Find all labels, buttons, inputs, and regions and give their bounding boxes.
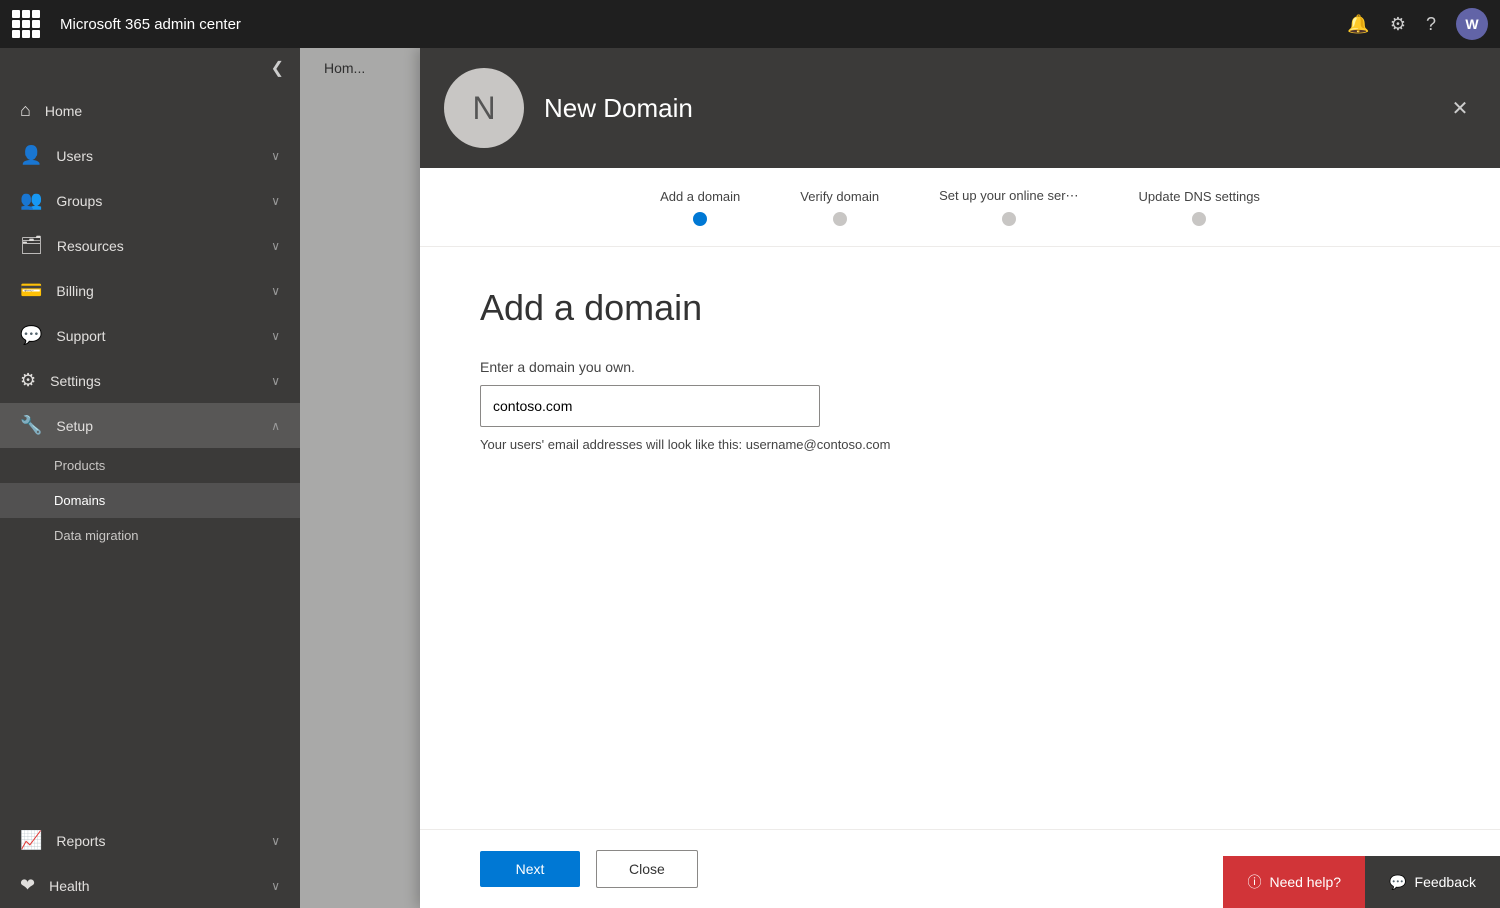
- domain-hint: Your users' email addresses will look li…: [480, 437, 1440, 452]
- user-avatar[interactable]: W: [1456, 8, 1488, 40]
- modal-avatar: N: [444, 68, 524, 148]
- feedback-label: Feedback: [1415, 874, 1476, 890]
- bottom-bar: ⓘ Need help? 💬 Feedback: [1223, 856, 1500, 908]
- app-launcher-icon[interactable]: [12, 10, 40, 38]
- sidebar-sub-item-products[interactable]: Products: [0, 448, 300, 483]
- step-verify-domain: Verify domain: [800, 189, 879, 226]
- sidebar-item-setup[interactable]: 🔧 Setup ∧: [0, 403, 300, 448]
- step-update-dns: Update DNS settings: [1139, 189, 1260, 226]
- main-layout: ❮ ⌂ Home 👤 Users ∨ 👥 Groups ∨ 🗂: [0, 48, 1500, 908]
- step-bar: Add a domain Verify domain Set up your o…: [420, 168, 1500, 247]
- settings-nav-icon: ⚙: [20, 370, 36, 391]
- content-area: Hom... N New Domain ✕ Add a domain Verif…: [300, 48, 1500, 908]
- step-label-verify-domain: Verify domain: [800, 189, 879, 204]
- chevron-down-icon: ∨: [271, 239, 280, 253]
- step-setup-online: Set up your online ser⋯: [939, 188, 1078, 226]
- sidebar-item-settings[interactable]: ⚙ Settings ∨: [0, 358, 300, 403]
- chevron-down-icon: ∨: [271, 329, 280, 343]
- chevron-down-icon: ∨: [271, 284, 280, 298]
- sidebar-sub-item-data-migration[interactable]: Data migration: [0, 518, 300, 553]
- modal-body: Add a domain Enter a domain you own. You…: [420, 247, 1500, 829]
- sidebar-item-groups[interactable]: 👥 Groups ∨: [0, 178, 300, 223]
- app-title: Microsoft 365 admin center: [60, 16, 1335, 33]
- sidebar-setup-label: Setup: [56, 418, 93, 434]
- sidebar-item-health[interactable]: ❤ Health ∨: [0, 863, 300, 908]
- domain-input-label: Enter a domain you own.: [480, 359, 1440, 375]
- modal-heading: Add a domain: [480, 287, 1440, 329]
- sidebar-settings-label: Settings: [50, 373, 101, 389]
- sidebar-support-label: Support: [56, 328, 105, 344]
- step-dot-add-domain: [693, 212, 707, 226]
- modal-close-button[interactable]: ✕: [1444, 92, 1476, 124]
- billing-icon: 💳: [20, 280, 42, 301]
- topbar: Microsoft 365 admin center 🔔 ⚙ ? W: [0, 0, 1500, 48]
- groups-icon: 👥: [20, 190, 42, 211]
- support-icon: 💬: [20, 325, 42, 346]
- sidebar-item-resources[interactable]: 🗂 Resources ∨: [0, 223, 300, 268]
- modal-header: N New Domain ✕: [420, 48, 1500, 168]
- chevron-up-icon: ∧: [271, 419, 280, 433]
- resources-icon: 🗂: [20, 235, 43, 256]
- users-icon: 👤: [20, 145, 42, 166]
- home-icon: ⌂: [20, 100, 31, 121]
- domain-input[interactable]: [480, 385, 820, 427]
- health-icon: ❤: [20, 875, 35, 896]
- step-label-setup-online: Set up your online ser⋯: [939, 188, 1078, 204]
- chevron-down-icon: ∨: [271, 149, 280, 163]
- sidebar-domains-label: Domains: [54, 493, 105, 508]
- need-help-icon: ⓘ: [1247, 872, 1261, 892]
- sidebar-products-label: Products: [54, 458, 105, 473]
- sidebar-collapse-button[interactable]: ❮: [0, 48, 300, 88]
- chevron-down-icon: ∨: [271, 834, 280, 848]
- chevron-down-icon: ∨: [271, 879, 280, 893]
- sidebar-item-home[interactable]: ⌂ Home: [0, 88, 300, 133]
- topbar-actions: 🔔 ⚙ ? W: [1347, 8, 1488, 40]
- need-help-label: Need help?: [1269, 874, 1341, 890]
- notification-icon[interactable]: 🔔: [1347, 14, 1369, 35]
- setup-icon: 🔧: [20, 415, 42, 436]
- sidebar-item-reports[interactable]: 📈 Reports ∨: [0, 818, 300, 863]
- step-label-update-dns: Update DNS settings: [1139, 189, 1260, 204]
- next-button[interactable]: Next: [480, 851, 580, 887]
- feedback-icon: 💬: [1389, 874, 1406, 891]
- close-button[interactable]: Close: [596, 850, 698, 888]
- settings-icon[interactable]: ⚙: [1390, 14, 1406, 35]
- step-dot-setup-online: [1002, 212, 1016, 226]
- modal-title: New Domain: [544, 93, 1424, 124]
- reports-icon: 📈: [20, 830, 42, 851]
- sidebar-resources-label: Resources: [57, 238, 124, 254]
- close-icon: ✕: [1452, 96, 1469, 121]
- new-domain-modal: N New Domain ✕ Add a domain Verify domai…: [420, 48, 1500, 908]
- collapse-icon: ❮: [271, 58, 284, 78]
- need-help-button[interactable]: ⓘ Need help?: [1223, 856, 1365, 908]
- sidebar-groups-label: Groups: [56, 193, 102, 209]
- sidebar-home-label: Home: [45, 103, 82, 119]
- chevron-down-icon: ∨: [271, 374, 280, 388]
- sidebar-item-support[interactable]: 💬 Support ∨: [0, 313, 300, 358]
- sidebar-users-label: Users: [56, 148, 93, 164]
- step-dot-update-dns: [1192, 212, 1206, 226]
- step-label-add-domain: Add a domain: [660, 189, 740, 204]
- sidebar-item-billing[interactable]: 💳 Billing ∨: [0, 268, 300, 313]
- sidebar-health-label: Health: [49, 878, 89, 894]
- step-add-domain: Add a domain: [660, 189, 740, 226]
- sidebar-sub-item-domains[interactable]: Domains: [0, 483, 300, 518]
- sidebar: ❮ ⌂ Home 👤 Users ∨ 👥 Groups ∨ 🗂: [0, 48, 300, 908]
- sidebar-item-users[interactable]: 👤 Users ∨: [0, 133, 300, 178]
- sidebar-reports-label: Reports: [56, 833, 105, 849]
- sidebar-data-migration-label: Data migration: [54, 528, 139, 543]
- help-icon[interactable]: ?: [1426, 14, 1436, 35]
- chevron-down-icon: ∨: [271, 194, 280, 208]
- sidebar-billing-label: Billing: [56, 283, 93, 299]
- step-dot-verify-domain: [833, 212, 847, 226]
- feedback-button[interactable]: 💬 Feedback: [1365, 856, 1500, 908]
